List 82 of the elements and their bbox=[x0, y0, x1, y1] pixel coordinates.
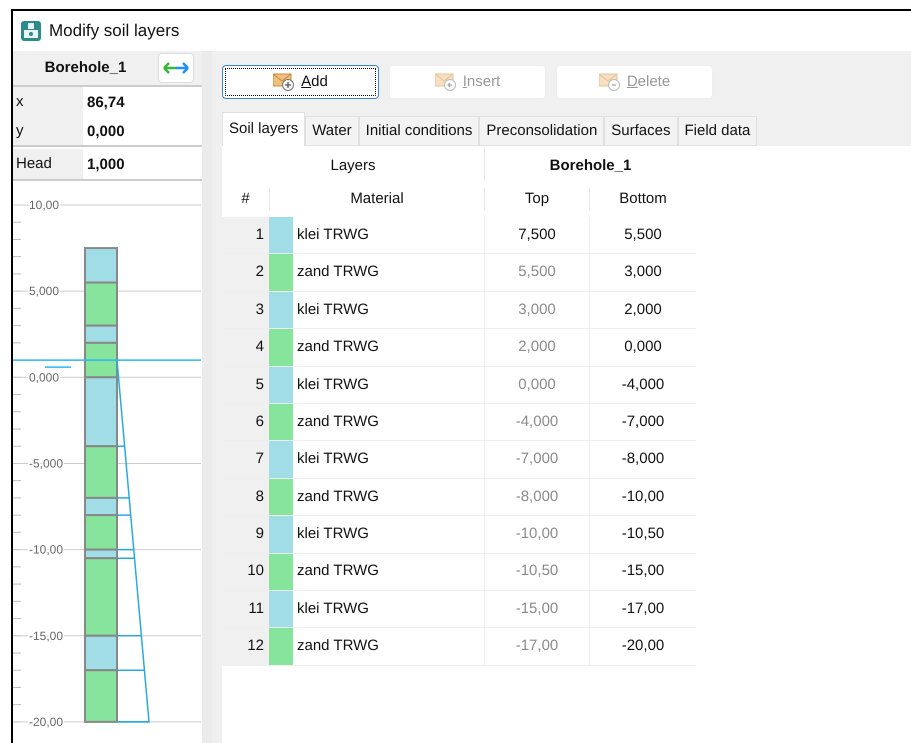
column-header: # bbox=[240, 188, 251, 209]
table-cell: 0,000 bbox=[484, 366, 589, 403]
table-cell-text: zand TRWG bbox=[296, 636, 380, 656]
table-cell: -7,000 bbox=[589, 404, 696, 440]
table-cell: -10,50 bbox=[589, 516, 696, 553]
row-number: 12 bbox=[222, 628, 269, 665]
table-cell-text: klei TRWG bbox=[296, 598, 370, 619]
row-number: 9 bbox=[222, 516, 269, 553]
table-cell-text: klei TRWG bbox=[296, 524, 370, 544]
table-cell-text: zand TRWG bbox=[296, 561, 380, 582]
swap-icon bbox=[163, 62, 189, 74]
table-cell: 3,000 bbox=[589, 254, 696, 291]
borehole-name: Borehole_1 bbox=[44, 58, 128, 78]
table-cell: -17,00 bbox=[484, 628, 589, 665]
axis-label: 10,00 bbox=[29, 198, 60, 212]
row-number: 3 bbox=[222, 292, 269, 328]
table-cell: 3,000 bbox=[484, 292, 589, 328]
field-label: y bbox=[15, 120, 24, 141]
soil-layer bbox=[84, 247, 118, 284]
tab[interactable]: Surfaces bbox=[604, 116, 678, 146]
row-number: 6 bbox=[222, 404, 269, 440]
table-cell: -4,000 bbox=[484, 404, 589, 440]
axis-label: 5,000 bbox=[29, 284, 60, 298]
column-group-header: Layers bbox=[329, 156, 377, 176]
table-cell-text: zand TRWG bbox=[296, 486, 380, 507]
row-number: 5 bbox=[222, 366, 269, 403]
row-number: 11 bbox=[222, 590, 269, 628]
table-cell: 5,500 bbox=[484, 254, 589, 291]
column-header: Bottom bbox=[589, 188, 696, 210]
field-value[interactable]: 1,000 bbox=[83, 149, 202, 179]
table-cell: -10,00 bbox=[589, 478, 696, 516]
table-cell-text: zand TRWG bbox=[296, 337, 380, 358]
table-cell: 2,000 bbox=[484, 329, 589, 366]
tab[interactable]: Soil layers bbox=[222, 112, 306, 146]
table-cell-text: klei TRWG bbox=[296, 449, 370, 470]
row-number: 7 bbox=[222, 441, 269, 478]
row-number: 10 bbox=[222, 554, 269, 590]
table-cell: -17,00 bbox=[589, 590, 696, 628]
field-label: Head bbox=[15, 154, 53, 174]
table-cell: -8,000 bbox=[484, 478, 589, 516]
field-value[interactable]: 86,74 bbox=[83, 87, 202, 117]
axis-label: 0,000 bbox=[29, 370, 60, 384]
table-cell-text: klei TRWG bbox=[296, 300, 370, 320]
table-cell: -10,50 bbox=[484, 554, 589, 590]
swap-button[interactable] bbox=[158, 53, 194, 83]
table-cell: 5,500 bbox=[589, 217, 696, 254]
column-group-header: Borehole_1 bbox=[484, 147, 696, 181]
add-button[interactable]: Add bbox=[222, 65, 379, 99]
column-header: Top bbox=[484, 188, 589, 210]
table-cell: -20,00 bbox=[589, 628, 696, 665]
row-number: 8 bbox=[222, 478, 269, 516]
tab[interactable]: Preconsolidation bbox=[479, 116, 604, 146]
column-header: Material bbox=[269, 188, 484, 210]
axis-label: -20,00 bbox=[29, 714, 64, 729]
table-cell: 2,000 bbox=[589, 292, 696, 328]
axis-label: -15,00 bbox=[29, 628, 64, 643]
row-number: 4 bbox=[222, 329, 269, 366]
field-label: x bbox=[15, 92, 24, 112]
tab[interactable]: Initial conditions bbox=[358, 116, 480, 146]
envelope-icon bbox=[434, 73, 459, 91]
axis-label: -5,000 bbox=[29, 456, 64, 470]
table-cell-text: klei TRWG bbox=[296, 374, 370, 394]
table-cell: -15,00 bbox=[484, 590, 589, 628]
envelope-icon bbox=[598, 73, 623, 91]
table-cell: 7,500 bbox=[484, 217, 589, 254]
row-number: 2 bbox=[222, 254, 269, 291]
axis-label: -10,00 bbox=[29, 542, 64, 557]
table-cell: -8,000 bbox=[589, 441, 696, 478]
window-title: Modify soil layers bbox=[49, 20, 180, 42]
table-cell-text: zand TRWG bbox=[296, 412, 380, 432]
field-value[interactable]: 0,000 bbox=[83, 117, 202, 145]
app-icon bbox=[21, 21, 41, 41]
table-cell: 0,000 bbox=[589, 329, 696, 366]
tab[interactable]: Field data bbox=[678, 116, 758, 146]
table-cell: -10,00 bbox=[484, 516, 589, 553]
table-cell-text: zand TRWG bbox=[296, 262, 380, 282]
table-cell: -15,00 bbox=[589, 554, 696, 590]
row-number: 1 bbox=[222, 217, 269, 254]
table-cell-text: klei TRWG bbox=[296, 224, 370, 245]
tab[interactable]: Water bbox=[305, 116, 359, 146]
table-cell: -7,000 bbox=[484, 441, 589, 478]
table-cell: -4,000 bbox=[589, 366, 696, 403]
